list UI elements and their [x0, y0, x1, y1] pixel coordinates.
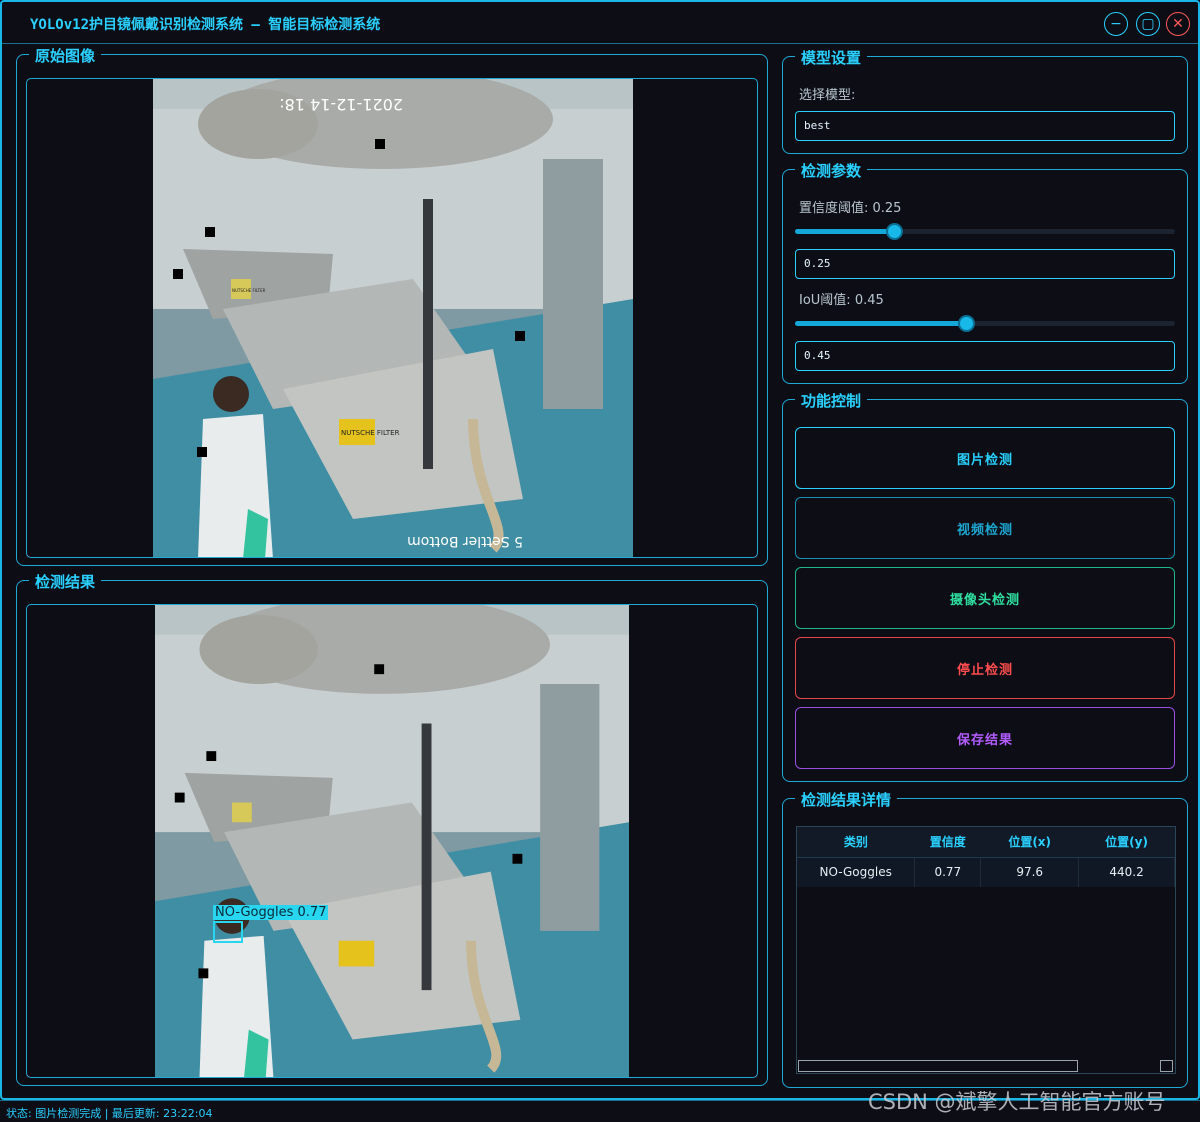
detection-box	[213, 921, 243, 943]
original-image-title: 原始图像	[29, 45, 102, 66]
horizontal-scrollbar[interactable]	[798, 1060, 1078, 1072]
window-title: YOLOv12护目镜佩戴识别检测系统 – 智能目标检测系统	[30, 17, 381, 33]
confidence-slider-handle[interactable]	[886, 223, 903, 240]
select-model-label: 选择模型:	[799, 88, 856, 103]
model-settings-title: 模型设置	[795, 47, 868, 68]
video-detect-button[interactable]: 视频检测	[795, 497, 1175, 559]
confidence-label: 置信度阈值: 0.25	[799, 201, 902, 216]
confidence-input[interactable]: 0.25	[795, 249, 1175, 279]
close-button[interactable]: ✕	[1166, 12, 1190, 36]
maximize-button[interactable]: ▢	[1136, 12, 1160, 36]
status-text: 状态: 图片检测完成 | 最后更新: 23:22:04	[6, 1107, 213, 1120]
cell-confidence: 0.77	[914, 857, 982, 887]
cell-class: NO-Goggles	[797, 857, 916, 887]
iou-slider-fill	[795, 321, 966, 326]
filter-sign-text: NUTSCHE FILTER	[341, 429, 400, 437]
column-header-class[interactable]: 类别	[797, 827, 915, 858]
factory-scene-result	[155, 605, 629, 1077]
column-header-confidence[interactable]: 置信度	[914, 827, 981, 858]
result-image-frame: NO-Goggles 0.77	[26, 604, 758, 1078]
close-icon: ✕	[1172, 16, 1184, 32]
filter-sign-small-text: NUTSCHE FILTER	[232, 288, 266, 293]
minimize-icon: −	[1110, 16, 1122, 32]
title-bar[interactable]: YOLOv12护目镜佩戴识别检测系统 – 智能目标检测系统 − ▢ ✕	[2, 2, 1198, 44]
maximize-icon: ▢	[1141, 16, 1155, 32]
confidence-slider-fill	[795, 229, 894, 234]
iou-slider-handle[interactable]	[958, 315, 975, 332]
results-table: 类别 置信度 位置(x) 位置(y) NO-Goggles 0.77 97.6 …	[797, 827, 1175, 887]
overlay-text: 5 Settler Bottom	[407, 533, 523, 549]
table-row[interactable]: NO-Goggles 0.77 97.6 440.2	[797, 857, 1175, 887]
detection-label: NO-Goggles 0.77	[213, 905, 329, 920]
iou-input[interactable]: 0.45	[795, 341, 1175, 371]
cell-x: 97.6	[980, 857, 1080, 887]
cell-y: 440.2	[1078, 857, 1175, 887]
scrollbar-end-button[interactable]	[1160, 1060, 1173, 1072]
result-image-title: 检测结果	[29, 571, 102, 592]
watermark-text: CSDN @斌擎人工智能官方账号	[868, 1090, 1166, 1114]
camera-detect-button[interactable]: 摄像头检测	[795, 567, 1175, 629]
original-image-frame: NUTSCHE FILTER NUTSCHE FILTER 2021-12-14…	[26, 78, 758, 558]
result-image: NO-Goggles 0.77	[155, 605, 629, 1077]
factory-scene: NUTSCHE FILTER NUTSCHE FILTER 2021-12-14…	[153, 79, 633, 557]
image-detect-button[interactable]: 图片检测	[795, 427, 1175, 489]
save-results-button[interactable]: 保存结果	[795, 707, 1175, 769]
iou-label: IoU阈值: 0.45	[799, 293, 884, 308]
original-image: NUTSCHE FILTER NUTSCHE FILTER 2021-12-14…	[153, 79, 633, 557]
function-control-title: 功能控制	[795, 390, 868, 411]
iou-slider[interactable]	[795, 315, 1175, 332]
detection-params-title: 检测参数	[795, 160, 868, 181]
model-select[interactable]: best	[795, 111, 1175, 141]
timestamp-overlay: 2021-12-14 18:	[279, 95, 403, 114]
app-window: YOLOv12护目镜佩戴识别检测系统 – 智能目标检测系统 − ▢ ✕ 原始图像	[0, 0, 1200, 1100]
detection-details-title: 检测结果详情	[795, 789, 898, 810]
stop-detect-button[interactable]: 停止检测	[795, 637, 1175, 699]
column-header-x[interactable]: 位置(x)	[980, 827, 1079, 858]
confidence-slider[interactable]	[795, 223, 1175, 240]
column-header-y[interactable]: 位置(y)	[1078, 827, 1175, 858]
minimize-button[interactable]: −	[1104, 12, 1128, 36]
